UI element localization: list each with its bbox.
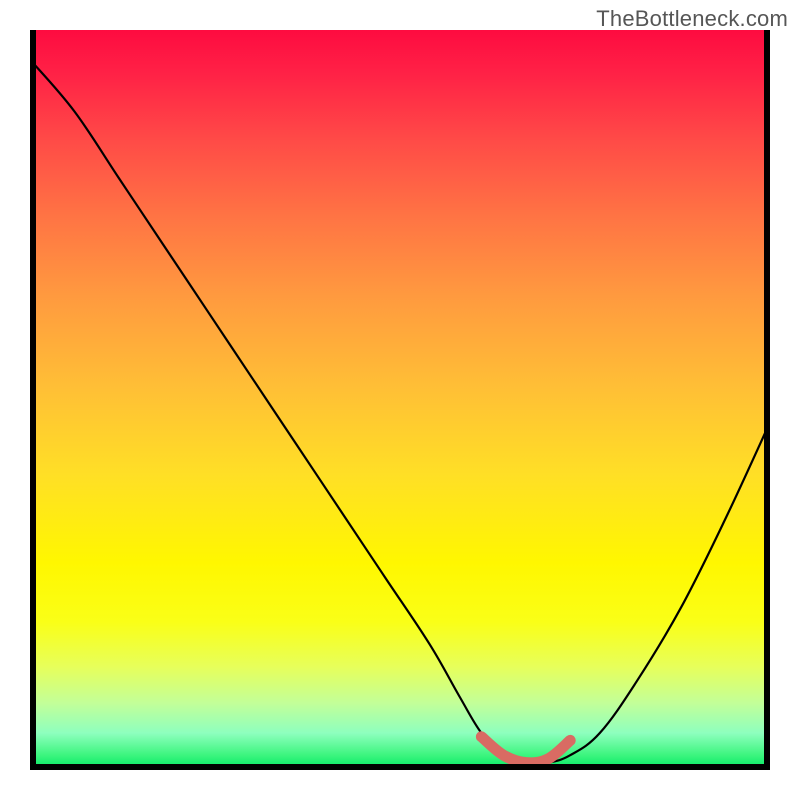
optimal-zone-curve [481,737,570,763]
plot-area [30,30,770,770]
chart-svg [30,30,770,770]
watermark-text: TheBottleneck.com [596,6,788,32]
chart-container: TheBottleneck.com [0,0,800,800]
bottleneck-curve [30,60,770,764]
